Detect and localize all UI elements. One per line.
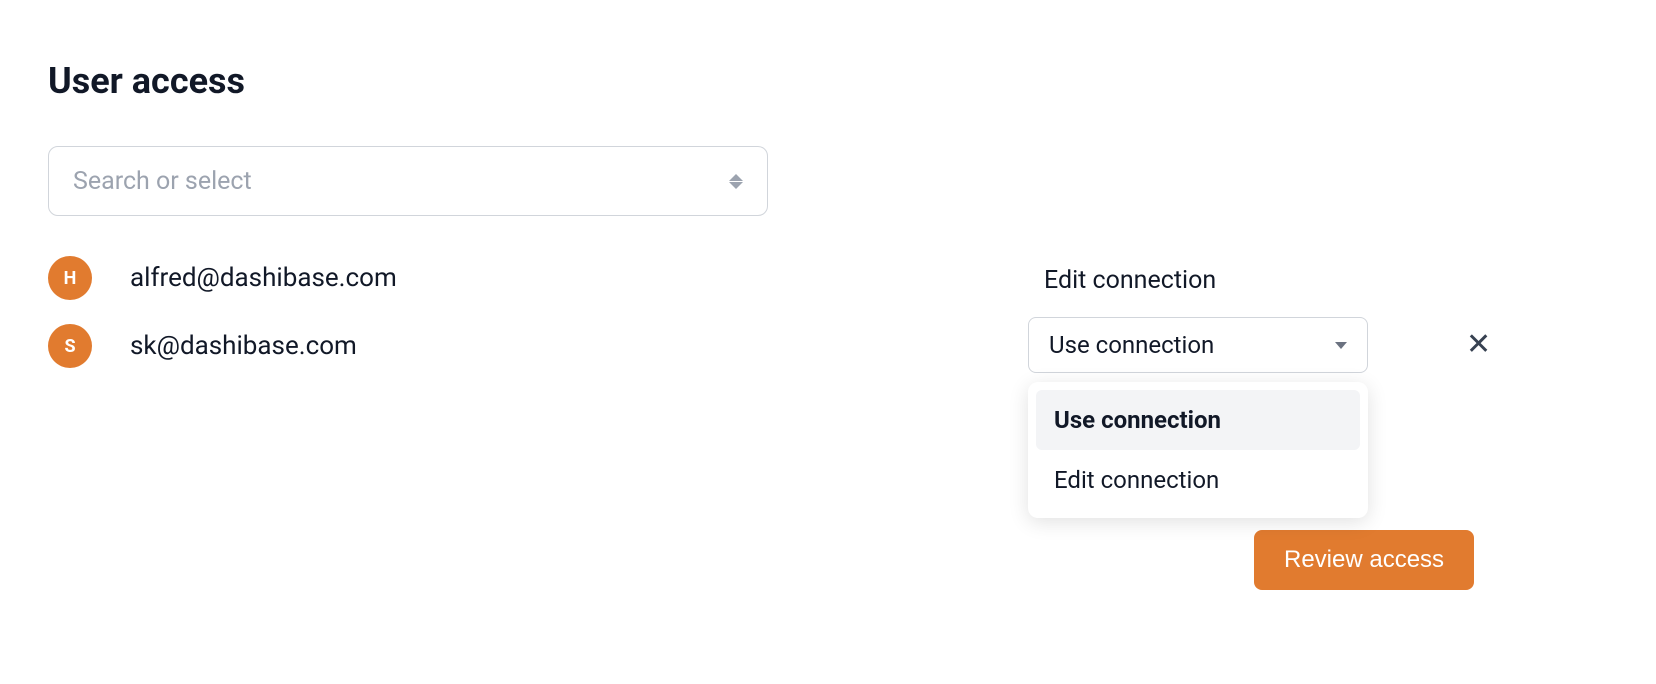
review-access-button[interactable]: Review access xyxy=(1254,530,1474,590)
user-email: sk@dashibase.com xyxy=(130,331,357,361)
avatar: S xyxy=(48,324,92,368)
avatar: H xyxy=(48,256,92,300)
permission-label: Edit connection xyxy=(1028,266,1498,295)
search-select-input[interactable]: Search or select xyxy=(48,146,768,216)
search-placeholder: Search or select xyxy=(73,167,252,196)
permission-dropdown-menu: Use connection Edit connection xyxy=(1028,382,1368,518)
close-icon[interactable]: ✕ xyxy=(1466,330,1491,360)
dropdown-option-edit-connection[interactable]: Edit connection xyxy=(1036,450,1360,510)
permission-dropdown[interactable]: Use connection xyxy=(1028,317,1368,373)
chevron-down-icon xyxy=(1335,342,1347,349)
page-title: User access xyxy=(48,60,1608,102)
user-email: alfred@dashibase.com xyxy=(130,263,397,293)
chevron-updown-icon xyxy=(729,174,743,189)
dropdown-option-use-connection[interactable]: Use connection xyxy=(1036,390,1360,450)
permission-panel: Edit connection Use connection ✕ Use con… xyxy=(1028,266,1498,373)
dropdown-selected-value: Use connection xyxy=(1049,331,1214,359)
